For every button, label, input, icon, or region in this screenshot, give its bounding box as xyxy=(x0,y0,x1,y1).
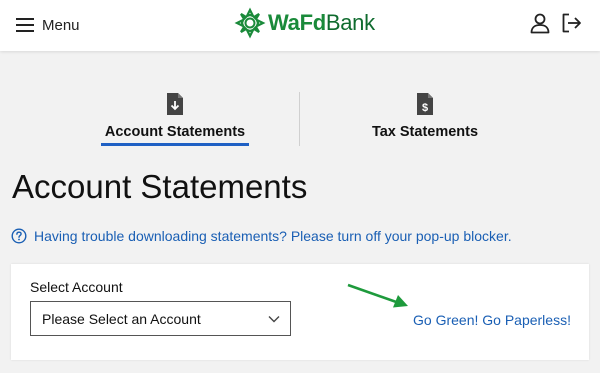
menu-label: Menu xyxy=(42,16,80,34)
question-circle-icon xyxy=(11,228,27,244)
tab-label: Tax Statements xyxy=(371,124,479,140)
download-document-icon xyxy=(167,93,183,115)
tab-divider xyxy=(299,92,300,146)
wafd-bank-logo[interactable]: WaFdBank xyxy=(234,7,375,39)
green-annotation-arrow xyxy=(347,283,408,308)
logout-icon[interactable] xyxy=(560,12,582,34)
popup-blocker-help-link[interactable]: Having trouble downloading statements? P… xyxy=(11,228,512,244)
logo-mark-icon xyxy=(234,7,266,39)
menu-button[interactable]: Menu xyxy=(16,12,80,38)
help-text: Having trouble downloading statements? P… xyxy=(34,228,512,244)
svg-text:$: $ xyxy=(422,102,428,114)
tab-label: Account Statements xyxy=(104,124,246,140)
go-paperless-link[interactable]: Go Green! Go Paperless! xyxy=(413,312,571,328)
account-select-card: Select Account Please Select an Account … xyxy=(11,264,589,360)
user-icon[interactable] xyxy=(529,12,551,34)
tax-document-icon: $ xyxy=(417,93,433,115)
top-navigation-bar: Menu WaFdBank xyxy=(0,0,600,51)
select-account-label: Select Account xyxy=(30,279,123,295)
tab-account-statements[interactable]: Account Statements xyxy=(100,88,250,150)
logo-bank-text: Bank xyxy=(325,10,375,35)
select-value: Please Select an Account xyxy=(42,311,201,327)
active-tab-indicator xyxy=(101,143,249,146)
tab-tax-statements[interactable]: $ Tax Statements xyxy=(350,88,500,150)
page-title: Account Statements xyxy=(12,168,308,205)
chevron-down-icon xyxy=(268,316,280,323)
account-select-dropdown[interactable]: Please Select an Account xyxy=(30,301,291,336)
hamburger-icon xyxy=(16,18,34,32)
statement-tabs: Account Statements $ Tax Statements xyxy=(0,88,600,150)
logo-wafd-text: WaFd xyxy=(268,10,326,35)
